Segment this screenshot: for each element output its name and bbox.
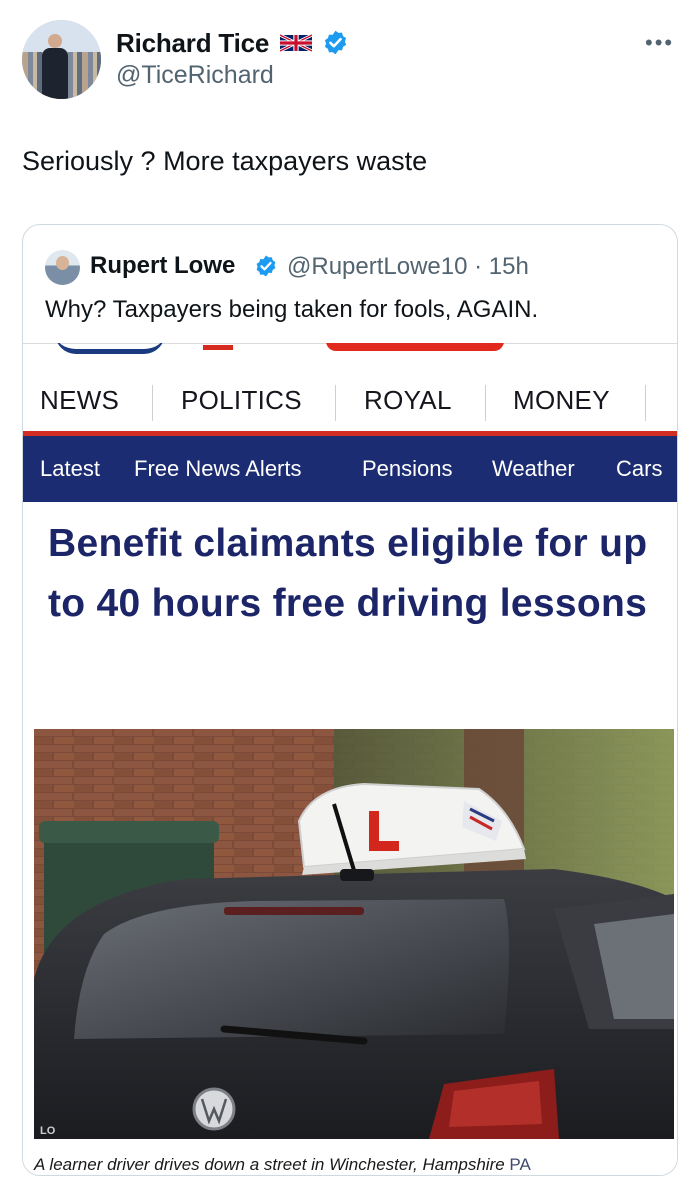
subnav-item-latest: Latest [40,456,100,481]
nav-item-news: NEWS [40,385,120,415]
verified-badge-icon [256,255,276,277]
article-screenshot[interactable]: NEWS POLITICS ROYAL MONEY Latest Free Ne… [23,343,677,1175]
nav-separator [645,385,646,421]
photo-caption-text: A learner driver drives down a street in… [34,1155,505,1174]
verified-badge-icon [324,30,347,55]
quoted-author-handle[interactable]: @RupertLowe10 · 15h [287,253,529,281]
photo-badge-text: LO [40,1125,56,1137]
nav-item-royal: ROYAL [364,385,452,415]
author-avatar[interactable] [22,20,101,99]
site-logo-fragment [203,345,233,350]
quoted-author-name[interactable]: Rupert Lowe [90,252,235,280]
nav-item-politics: POLITICS [181,385,302,415]
author-name[interactable]: Richard Tice [116,28,269,59]
article-photo: LO [34,729,674,1139]
article-headline: Benefit claimants eligible for up to 40 … [48,522,648,625]
subnav-item-pensions: Pensions [362,456,453,481]
avatar-body [42,48,68,99]
more-options-icon[interactable]: ••• [645,30,674,56]
avatar-background [22,20,101,52]
article-sub-nav: Latest Free News Alerts Pensions Weather… [23,436,677,502]
nav-separator [152,385,153,421]
subnav-item-weather: Weather [492,456,575,481]
nav-separator [485,385,486,421]
quoted-avatar-face [56,256,69,270]
quoted-tweet-card[interactable]: Rupert Lowe @RupertLowe10 · 15h Why? Tax… [22,224,678,1176]
subnav-item-alerts: Free News Alerts [134,456,302,481]
article-main-nav: NEWS POLITICS ROYAL MONEY [23,369,677,429]
photo-caption: A learner driver drives down a street in… [34,1155,531,1175]
site-logo-fragment [55,343,165,354]
photo-credit: PA [509,1155,531,1174]
nav-separator [335,385,336,421]
site-logo-button-fragment [326,343,504,351]
tweet-text: Seriously ? More taxpayers waste [22,146,428,176]
quoted-tweet-text: Why? Taxpayers being taken for fools, AG… [45,296,539,323]
author-handle[interactable]: @TiceRichard [116,61,274,90]
quoted-author-avatar[interactable] [45,250,80,285]
uk-flag-icon [280,33,312,53]
nav-item-money: MONEY [513,385,610,415]
subnav-item-cars: Cars [616,456,663,481]
avatar-face [48,34,62,48]
